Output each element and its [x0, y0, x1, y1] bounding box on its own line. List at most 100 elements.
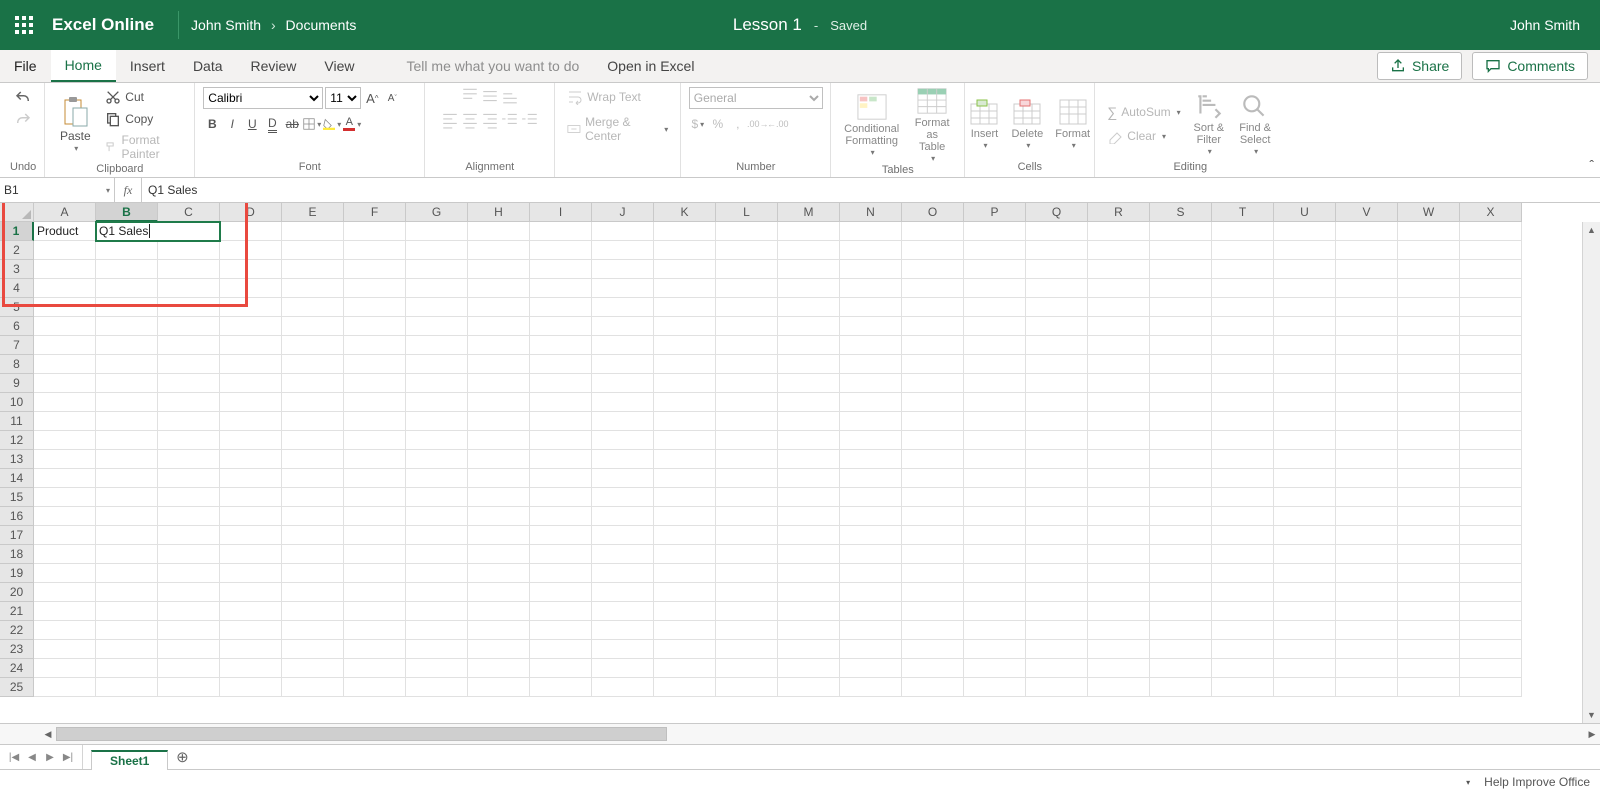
help-improve-link[interactable]: Help Improve Office [1484, 775, 1590, 789]
column-header-L[interactable]: L [716, 203, 778, 222]
cell-A3[interactable] [34, 260, 96, 279]
cell-O16[interactable] [902, 507, 964, 526]
cell-V22[interactable] [1336, 621, 1398, 640]
cell-F8[interactable] [344, 355, 406, 374]
cell-W18[interactable] [1398, 545, 1460, 564]
cell-B25[interactable] [96, 678, 158, 697]
cell-C13[interactable] [158, 450, 220, 469]
cell-S21[interactable] [1150, 602, 1212, 621]
cell-D24[interactable] [220, 659, 282, 678]
cell-X5[interactable] [1460, 298, 1522, 317]
cell-T11[interactable] [1212, 412, 1274, 431]
cell-A6[interactable] [34, 317, 96, 336]
cell-D21[interactable] [220, 602, 282, 621]
cell-E20[interactable] [282, 583, 344, 602]
cell-S7[interactable] [1150, 336, 1212, 355]
delete-cells-button[interactable]: Delete▾ [1007, 98, 1047, 151]
cell-K13[interactable] [654, 450, 716, 469]
cell-G15[interactable] [406, 488, 468, 507]
cell-E3[interactable] [282, 260, 344, 279]
scroll-up-button[interactable]: ▲ [1583, 222, 1600, 238]
cell-B23[interactable] [96, 640, 158, 659]
column-header-R[interactable]: R [1088, 203, 1150, 222]
cell-S24[interactable] [1150, 659, 1212, 678]
cell-J19[interactable] [592, 564, 654, 583]
cell-A18[interactable] [34, 545, 96, 564]
cell-F3[interactable] [344, 260, 406, 279]
column-header-K[interactable]: K [654, 203, 716, 222]
cell-J13[interactable] [592, 450, 654, 469]
cell-W6[interactable] [1398, 317, 1460, 336]
cell-A15[interactable] [34, 488, 96, 507]
cell-U10[interactable] [1274, 393, 1336, 412]
cell-N16[interactable] [840, 507, 902, 526]
cell-K10[interactable] [654, 393, 716, 412]
cell-E7[interactable] [282, 336, 344, 355]
cell-A25[interactable] [34, 678, 96, 697]
cell-Q12[interactable] [1026, 431, 1088, 450]
cell-S10[interactable] [1150, 393, 1212, 412]
cell-K3[interactable] [654, 260, 716, 279]
format-painter-button[interactable]: Format Painter [101, 131, 186, 163]
cell-K15[interactable] [654, 488, 716, 507]
cell-R11[interactable] [1088, 412, 1150, 431]
cell-L23[interactable] [716, 640, 778, 659]
cell-A5[interactable] [34, 298, 96, 317]
cell-G9[interactable] [406, 374, 468, 393]
cell-V9[interactable] [1336, 374, 1398, 393]
cell-W19[interactable] [1398, 564, 1460, 583]
cell-I15[interactable] [530, 488, 592, 507]
cell-K20[interactable] [654, 583, 716, 602]
cell-J23[interactable] [592, 640, 654, 659]
cell-F24[interactable] [344, 659, 406, 678]
cell-B2[interactable] [96, 241, 158, 260]
cell-X13[interactable] [1460, 450, 1522, 469]
format-cells-button[interactable]: Format▾ [1051, 98, 1094, 151]
cell-A11[interactable] [34, 412, 96, 431]
cell-O17[interactable] [902, 526, 964, 545]
row-header-8[interactable]: 8 [0, 355, 34, 374]
cell-R9[interactable] [1088, 374, 1150, 393]
cell-K16[interactable] [654, 507, 716, 526]
cell-S2[interactable] [1150, 241, 1212, 260]
cell-W20[interactable] [1398, 583, 1460, 602]
cell-T18[interactable] [1212, 545, 1274, 564]
cell-N7[interactable] [840, 336, 902, 355]
cell-X9[interactable] [1460, 374, 1522, 393]
cell-S13[interactable] [1150, 450, 1212, 469]
cell-V24[interactable] [1336, 659, 1398, 678]
cell-R16[interactable] [1088, 507, 1150, 526]
cell-U25[interactable] [1274, 678, 1336, 697]
vertical-scrollbar[interactable]: ▲ ▼ [1582, 222, 1600, 723]
cell-T20[interactable] [1212, 583, 1274, 602]
cell-M1[interactable] [778, 222, 840, 241]
row-header-12[interactable]: 12 [0, 431, 34, 450]
cell-A4[interactable] [34, 279, 96, 298]
cell-M17[interactable] [778, 526, 840, 545]
cell-E16[interactable] [282, 507, 344, 526]
cell-K24[interactable] [654, 659, 716, 678]
cell-D17[interactable] [220, 526, 282, 545]
cell-D19[interactable] [220, 564, 282, 583]
cell-C25[interactable] [158, 678, 220, 697]
cell-U15[interactable] [1274, 488, 1336, 507]
cell-M15[interactable] [778, 488, 840, 507]
cell-M6[interactable] [778, 317, 840, 336]
cell-A13[interactable] [34, 450, 96, 469]
cell-C15[interactable] [158, 488, 220, 507]
cell-C12[interactable] [158, 431, 220, 450]
cell-U4[interactable] [1274, 279, 1336, 298]
increase-decimal-button[interactable]: .00→ [749, 115, 767, 133]
column-header-H[interactable]: H [468, 203, 530, 222]
cell-Q18[interactable] [1026, 545, 1088, 564]
cell-G6[interactable] [406, 317, 468, 336]
cell-O4[interactable] [902, 279, 964, 298]
cell-U23[interactable] [1274, 640, 1336, 659]
cell-W5[interactable] [1398, 298, 1460, 317]
cell-F7[interactable] [344, 336, 406, 355]
cell-G25[interactable] [406, 678, 468, 697]
cell-D5[interactable] [220, 298, 282, 317]
font-size-select[interactable]: 11 [325, 87, 361, 109]
cell-M25[interactable] [778, 678, 840, 697]
cell-N3[interactable] [840, 260, 902, 279]
